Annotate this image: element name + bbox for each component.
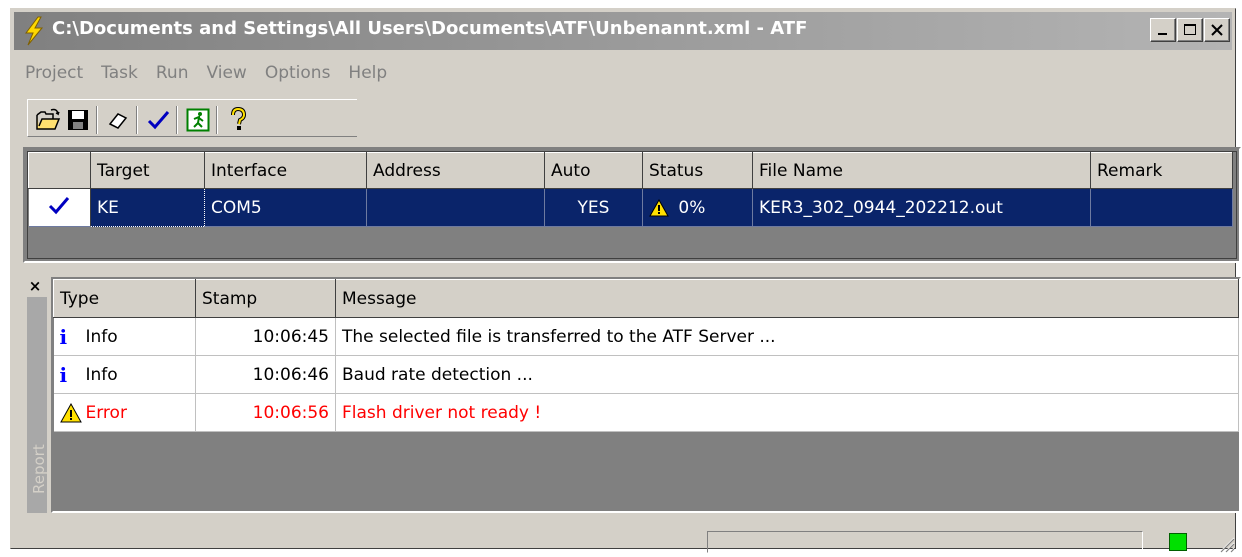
title-bar[interactable]: C:\Documents and Settings\All Users\Docu… (14, 12, 1232, 50)
interface-cell[interactable]: COM5 (204, 188, 367, 227)
stamp-cell: 10:06:46 (195, 355, 336, 394)
status-led (1169, 533, 1187, 551)
report-log-panel: Type Stamp Message i Info 10:06:45 The se… (51, 277, 1241, 513)
col-message[interactable]: Message (335, 279, 1239, 318)
col-interface[interactable]: Interface (204, 152, 367, 189)
message-cell: Flash driver not ready ! (335, 393, 1239, 432)
status-cell[interactable]: 0% (642, 188, 753, 227)
status-value: 0% (678, 197, 706, 218)
menu-options[interactable]: Options (265, 63, 331, 89)
minimize-icon (1158, 33, 1167, 35)
toolbar-separator (176, 106, 178, 134)
message-cell: The selected file is transferred to the … (335, 317, 1239, 356)
row-indicator-header (28, 152, 91, 189)
run-button[interactable] (184, 106, 212, 134)
status-bar (21, 521, 1237, 557)
address-cell[interactable] (366, 188, 545, 227)
col-file-name[interactable]: File Name (752, 152, 1091, 189)
file-name-cell[interactable]: KER3_302_0944_202212.out (752, 188, 1091, 227)
report-row[interactable]: Error 10:06:56 Flash driver not ready ! (53, 393, 1239, 432)
menu-run[interactable]: Run (156, 63, 189, 89)
run-icon (186, 108, 210, 132)
type-cell: i Info (53, 317, 196, 356)
message-cell: Baud rate detection ... (335, 355, 1239, 394)
lightning-icon (25, 16, 44, 46)
progress-bar (707, 531, 1143, 553)
open-button[interactable] (34, 106, 62, 134)
info-icon: i (59, 362, 68, 387)
col-status[interactable]: Status (642, 152, 753, 189)
close-icon (1211, 24, 1223, 36)
info-icon: i (59, 324, 68, 349)
col-auto[interactable]: Auto (544, 152, 643, 189)
help-icon (231, 107, 247, 130)
col-remark[interactable]: Remark (1090, 152, 1233, 189)
type-label: Info (85, 364, 118, 385)
save-button[interactable] (64, 106, 92, 134)
type-cell: Error (53, 393, 196, 432)
stamp-cell: 10:06:56 (195, 393, 336, 432)
stamp-cell: 10:06:45 (195, 317, 336, 356)
col-stamp[interactable]: Stamp (195, 279, 336, 318)
menu-view[interactable]: View (206, 63, 246, 89)
app-window: C:\Documents and Settings\All Users\Docu… (10, 8, 1241, 553)
col-address[interactable]: Address (366, 152, 545, 189)
clear-button[interactable] (104, 106, 132, 134)
toolbar-separator (136, 106, 138, 134)
type-label: Error (85, 402, 127, 423)
warning-icon (59, 402, 82, 422)
row-check-cell[interactable] (28, 188, 91, 227)
report-tab-label: Report (30, 444, 48, 494)
check-button[interactable] (144, 106, 172, 134)
resize-grip-icon[interactable] (1217, 535, 1235, 553)
report-close-button[interactable]: × (25, 277, 45, 295)
menu-help[interactable]: Help (348, 63, 387, 89)
remark-cell[interactable] (1090, 188, 1233, 227)
auto-cell[interactable]: YES (544, 188, 643, 227)
target-cell[interactable]: KE (90, 188, 205, 227)
type-label: Info (85, 326, 118, 347)
warning-icon (649, 198, 669, 216)
menu-bar: Project Task Run View Options Help (25, 63, 405, 89)
target-table: Target Interface Address Auto Status Fil… (28, 152, 1233, 227)
toolbar (27, 99, 357, 137)
report-row[interactable]: i Info 10:06:46 Baud rate detection ... (53, 355, 1239, 394)
help-button[interactable] (224, 106, 252, 134)
col-type[interactable]: Type (53, 279, 196, 318)
target-grid: Target Interface Address Auto Status Fil… (27, 151, 1237, 259)
maximize-button[interactable] (1177, 18, 1203, 42)
eraser-icon (108, 113, 128, 129)
menu-project[interactable]: Project (25, 63, 83, 89)
open-folder-icon (36, 108, 61, 130)
report-row[interactable]: i Info 10:06:45 The selected file is tran… (53, 317, 1239, 356)
report-tab[interactable]: Report (27, 297, 48, 513)
type-cell: i Info (53, 355, 196, 394)
target-row[interactable]: KE COM5 YES 0% KER3_302_0944_202212.out (28, 188, 1233, 227)
minimize-button[interactable] (1150, 18, 1176, 42)
target-grid-panel: Target Interface Address Auto Status Fil… (23, 147, 1241, 263)
save-icon (68, 110, 88, 130)
close-button[interactable] (1204, 18, 1230, 42)
report-dock: × Report (25, 277, 49, 515)
report-table: Type Stamp Message i Info 10:06:45 The se… (53, 279, 1239, 432)
menu-task[interactable]: Task (101, 63, 138, 89)
maximize-icon (1184, 24, 1196, 35)
window-title: C:\Documents and Settings\All Users\Docu… (52, 18, 808, 39)
col-target[interactable]: Target (90, 152, 205, 189)
toolbar-separator (216, 106, 218, 134)
checkmark-icon (49, 197, 70, 215)
toolbar-separator (96, 106, 98, 134)
checkmark-icon (147, 111, 170, 130)
